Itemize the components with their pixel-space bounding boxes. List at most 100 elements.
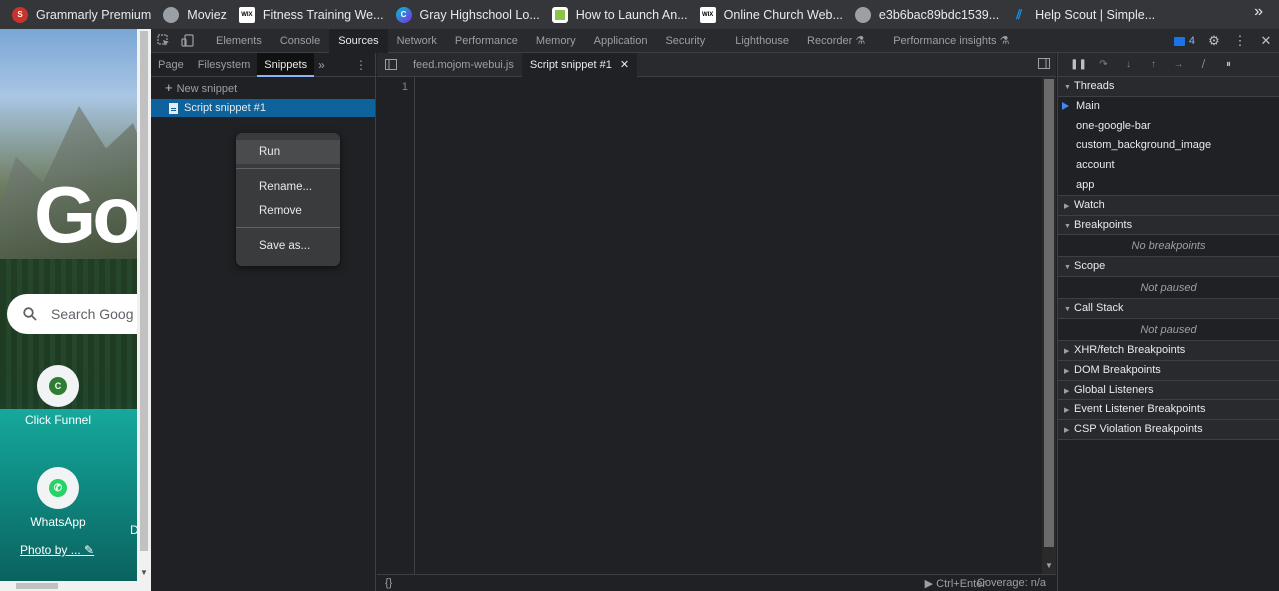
editor-tab-feed[interactable]: feed.mojom-webui.js	[405, 53, 522, 77]
call-stack-section-header[interactable]: ▼ Call Stack	[1058, 299, 1279, 319]
shortcut-tile: ✆	[37, 467, 79, 509]
bookmarks-bar: S Grammarly Premium Moviez WIX Fitness Tra…	[0, 0, 1279, 29]
tab-sources[interactable]: Sources	[329, 28, 388, 53]
bookmark-fitness-training[interactable]: WIX Fitness Training We...	[233, 4, 390, 26]
step-out-icon[interactable]: ↑	[1141, 54, 1166, 76]
scroll-down-arrow-icon[interactable]: ▼	[140, 568, 148, 577]
shortcut-label: WhatsApp	[30, 515, 86, 529]
thread-item-main[interactable]: Main	[1058, 96, 1279, 117]
expand-triangle-icon: ▼	[1064, 306, 1071, 314]
tab-memory[interactable]: Memory	[527, 29, 585, 53]
tab-application[interactable]: Application	[585, 29, 657, 53]
debugger-sections: ▶ Watch ▼ Breakpoints No breakpoints ▼ Scope No…	[1058, 195, 1279, 440]
bookmark-gray-highschool[interactable]: C Gray Highschool Lo...	[390, 4, 546, 26]
step-into-icon[interactable]: ↓	[1116, 54, 1141, 76]
shortcut-tile: C	[37, 365, 79, 407]
devtools-tabs: Elements Console Sources Network Performance…	[207, 28, 1018, 53]
file-icon	[169, 102, 178, 114]
menu-divider	[236, 227, 340, 228]
bookmark-how-to-launch[interactable]: How to Launch An...	[546, 4, 694, 26]
thread-item[interactable]: custom_background_image	[1058, 136, 1279, 157]
code-area[interactable]	[416, 77, 1042, 574]
collapse-triangle-icon: ▶	[1064, 427, 1070, 435]
more-tabs-chevron-icon[interactable]: »	[318, 58, 325, 72]
bookmark-moviez[interactable]: Moviez	[157, 4, 233, 26]
step-over-icon[interactable]: ↷	[1091, 54, 1116, 76]
shortcut-whatsapp[interactable]: ✆ WhatsApp	[18, 467, 98, 529]
more-options-icon[interactable]: ⋮	[1227, 29, 1253, 53]
thread-item[interactable]: app	[1058, 175, 1279, 196]
thread-item[interactable]: one-google-bar	[1058, 116, 1279, 137]
pencil-icon[interactable]: ✎	[84, 543, 94, 557]
google-search-box[interactable]: Search Goog	[7, 294, 137, 334]
close-devtools-icon[interactable]: ✕	[1253, 29, 1279, 53]
pretty-print-icon[interactable]: {}	[385, 577, 392, 589]
step-icon[interactable]: →	[1166, 54, 1191, 76]
tab-network[interactable]: Network	[388, 29, 446, 53]
bookmark-online-church[interactable]: WIX Online Church Web...	[694, 4, 849, 26]
context-menu: Run Rename... Remove Save as...	[236, 133, 340, 266]
debugger-sidebar: ❚❚ ↷ ↓ ↑ → ⧸ ⏸ ▼ Threads Main one-google-…	[1057, 53, 1279, 591]
page-horizontal-scrollbar[interactable]	[0, 581, 137, 591]
bookmark-grammarly[interactable]: S Grammarly Premium	[6, 4, 157, 26]
settings-gear-icon[interactable]: ⚙	[1201, 29, 1227, 53]
globe-icon	[854, 6, 871, 23]
tab-console[interactable]: Console	[271, 29, 329, 53]
bookmark-help-scout[interactable]: ⫽ Help Scout | Simple...	[1005, 4, 1161, 26]
breakpoints-section-header[interactable]: ▼ Breakpoints	[1058, 215, 1279, 236]
editor-tabs: feed.mojom-webui.js Script snippet #1 ✕	[377, 52, 1056, 77]
expand-triangle-icon: ▼	[1064, 222, 1071, 230]
inspect-element-icon[interactable]	[151, 29, 175, 53]
tab-snippets[interactable]: Snippets	[257, 52, 315, 77]
shortcut-click-funnel[interactable]: C Click Funnel	[18, 365, 98, 427]
close-tab-icon[interactable]: ✕	[620, 59, 629, 71]
dom-breakpoints-section-header[interactable]: ▶ DOM Breakpoints	[1058, 360, 1279, 381]
toggle-debugger-icon[interactable]	[1038, 58, 1050, 72]
scroll-thumb[interactable]	[140, 31, 148, 551]
xhr-fetch-breakpoints-section-header[interactable]: ▶ XHR/fetch Breakpoints	[1058, 340, 1279, 361]
bookmarks-overflow-button[interactable]: »	[1254, 3, 1263, 21]
tab-elements[interactable]: Elements	[207, 29, 271, 53]
pause-on-exceptions-icon[interactable]: ⏸	[1216, 54, 1241, 76]
tab-security[interactable]: Security	[656, 29, 714, 53]
scroll-thumb[interactable]	[16, 583, 58, 589]
navigator-menu-icon[interactable]: ⋮	[355, 58, 367, 72]
device-toolbar-icon[interactable]	[175, 29, 199, 53]
event-listener-breakpoints-section-header[interactable]: ▶ Event Listener Breakpoints	[1058, 400, 1279, 421]
search-placeholder: Search Goog	[51, 306, 134, 322]
pause-icon[interactable]: ❚❚	[1066, 54, 1091, 76]
csp-violation-breakpoints-section-header[interactable]: ▶ CSP Violation Breakpoints	[1058, 420, 1279, 440]
new-snippet-button[interactable]: + New snippet	[151, 77, 375, 99]
context-menu-rename[interactable]: Rename...	[236, 175, 340, 199]
shortcut-label: Click Funnel	[24, 413, 92, 427]
scroll-thumb[interactable]	[1044, 79, 1054, 547]
threads-section-header[interactable]: ▼ Threads	[1058, 77, 1279, 97]
global-listeners-section-header[interactable]: ▶ Global Listeners	[1058, 380, 1279, 401]
tab-recorder[interactable]: Recorder ⚗	[798, 29, 874, 53]
watch-section-header[interactable]: ▶ Watch	[1058, 195, 1279, 216]
tab-performance[interactable]: Performance	[446, 29, 527, 53]
wix-icon: WIX	[238, 6, 255, 23]
wix-icon: WIX	[699, 6, 716, 23]
page-vertical-scrollbar[interactable]: ▼	[137, 29, 151, 591]
tab-lighthouse[interactable]: Lighthouse	[726, 29, 798, 53]
bookmark-e3b6bac[interactable]: e3b6bac89bdc1539...	[849, 4, 1005, 26]
snippet-item[interactable]: Script snippet #1	[151, 99, 375, 117]
tab-performance-insights[interactable]: Performance insights ⚗	[884, 29, 1018, 53]
deactivate-breakpoints-icon[interactable]: ⧸	[1191, 54, 1216, 76]
plus-icon: +	[165, 80, 173, 95]
thread-item[interactable]: account	[1058, 156, 1279, 176]
editor-tab-script-snippet[interactable]: Script snippet #1 ✕	[521, 52, 638, 77]
context-menu-remove[interactable]: Remove	[236, 199, 340, 223]
context-menu-save-as[interactable]: Save as...	[236, 234, 340, 258]
tab-page[interactable]: Page	[151, 53, 191, 77]
context-menu-run[interactable]: Run	[236, 140, 340, 164]
scroll-down-arrow-icon[interactable]: ▼	[1045, 561, 1053, 570]
editor-vertical-scrollbar[interactable]: ▼	[1042, 77, 1056, 574]
tab-filesystem[interactable]: Filesystem	[191, 53, 258, 77]
issues-icon	[1173, 36, 1185, 46]
toggle-navigator-icon[interactable]	[377, 53, 405, 77]
scope-section-header[interactable]: ▼ Scope	[1058, 257, 1279, 278]
issues-counter[interactable]: 4	[1168, 29, 1201, 53]
photo-credit-link[interactable]: Photo by ... ✎	[20, 543, 94, 557]
